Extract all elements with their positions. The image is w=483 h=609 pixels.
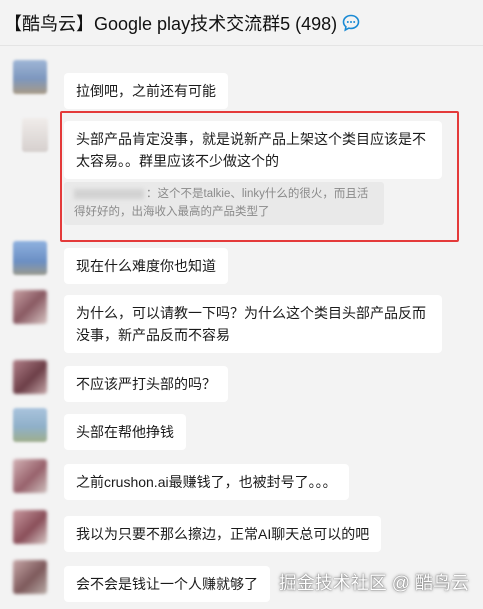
message-bubble[interactable]: 拉倒吧，之前还有可能 bbox=[64, 73, 228, 109]
message-bubble[interactable]: 之前crushon.ai最赚钱了，也被封号了。。。 bbox=[64, 464, 349, 500]
message-bubble[interactable]: 头部产品肯定没事，就是说新产品上架这个类目应该是不太容易。。群里应该不少做这个的 bbox=[64, 121, 442, 179]
avatar[interactable] bbox=[13, 241, 47, 275]
chat-bubble-icon[interactable] bbox=[341, 13, 361, 33]
avatar[interactable] bbox=[13, 290, 47, 324]
avatar[interactable] bbox=[13, 560, 47, 594]
watermark: 掘金技术社区 @ 酷鸟云 bbox=[278, 573, 469, 593]
message-bubble[interactable]: 会不会是钱让一个人赚就够了 bbox=[64, 566, 270, 602]
message-bubble[interactable]: 不应该严打头部的吗？ bbox=[64, 366, 228, 402]
quoted-reply[interactable]: ：这个不是talkie、linky什么的很火，而且活得好好的，出海收入最高的产品… bbox=[64, 182, 384, 225]
avatar[interactable] bbox=[13, 408, 47, 442]
avatar[interactable] bbox=[13, 459, 47, 493]
chat-header: 【酷鸟云】Google play技术交流群5 (498) bbox=[0, 0, 483, 46]
message-bubble[interactable]: 头部在帮他挣钱 bbox=[64, 414, 186, 450]
message-bubble[interactable]: 现在什么难度你也知道 bbox=[64, 248, 228, 284]
group-title: 【酷鸟云】Google play技术交流群5 (498) bbox=[4, 13, 338, 34]
quoted-author bbox=[74, 188, 144, 199]
avatar[interactable] bbox=[13, 60, 47, 94]
message-bubble[interactable]: 为什么，可以请教一下吗？为什么这个类目头部产品反而没事，新产品反而不容易 bbox=[64, 295, 442, 353]
avatar[interactable] bbox=[13, 360, 47, 394]
avatar[interactable] bbox=[13, 510, 47, 544]
message-bubble[interactable]: 我以为只要不那么擦边，正常AI聊天总可以的吧 bbox=[64, 516, 382, 552]
avatar[interactable] bbox=[22, 118, 48, 152]
